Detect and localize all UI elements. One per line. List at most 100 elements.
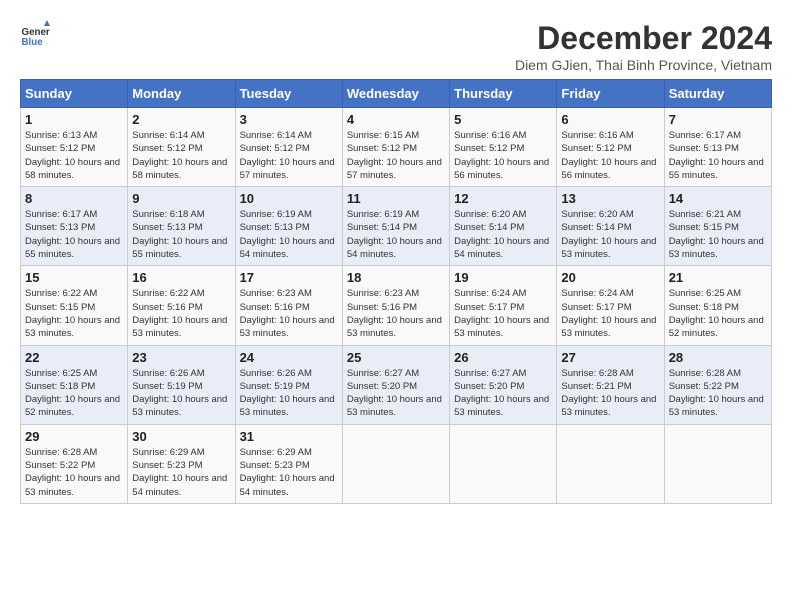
day-cell: 11 Sunrise: 6:19 AM Sunset: 5:14 PM Dayl… (342, 187, 449, 266)
svg-text:Blue: Blue (22, 37, 44, 48)
day-info: Sunrise: 6:17 AM Sunset: 5:13 PM Dayligh… (669, 129, 767, 182)
header-cell-wednesday: Wednesday (342, 80, 449, 108)
day-number: 16 (132, 270, 230, 285)
day-number: 20 (561, 270, 659, 285)
calendar-subtitle: Diem GJien, Thai Binh Province, Vietnam (515, 57, 772, 73)
logo: General Blue (20, 20, 50, 50)
day-cell: 22 Sunrise: 6:25 AM Sunset: 5:18 PM Dayl… (21, 345, 128, 424)
day-number: 13 (561, 191, 659, 206)
header-cell-thursday: Thursday (450, 80, 557, 108)
day-info: Sunrise: 6:16 AM Sunset: 5:12 PM Dayligh… (454, 129, 552, 182)
day-cell: 27 Sunrise: 6:28 AM Sunset: 5:21 PM Dayl… (557, 345, 664, 424)
header-cell-sunday: Sunday (21, 80, 128, 108)
day-number: 9 (132, 191, 230, 206)
day-number: 8 (25, 191, 123, 206)
day-info: Sunrise: 6:19 AM Sunset: 5:13 PM Dayligh… (240, 208, 338, 261)
page-header: General Blue December 2024 Diem GJien, T… (20, 20, 772, 73)
day-number: 11 (347, 191, 445, 206)
day-cell: 1 Sunrise: 6:13 AM Sunset: 5:12 PM Dayli… (21, 108, 128, 187)
day-info: Sunrise: 6:23 AM Sunset: 5:16 PM Dayligh… (240, 287, 338, 340)
week-row-3: 15 Sunrise: 6:22 AM Sunset: 5:15 PM Dayl… (21, 266, 772, 345)
day-cell: 23 Sunrise: 6:26 AM Sunset: 5:19 PM Dayl… (128, 345, 235, 424)
day-info: Sunrise: 6:29 AM Sunset: 5:23 PM Dayligh… (240, 446, 338, 499)
day-cell: 7 Sunrise: 6:17 AM Sunset: 5:13 PM Dayli… (664, 108, 771, 187)
day-cell: 18 Sunrise: 6:23 AM Sunset: 5:16 PM Dayl… (342, 266, 449, 345)
calendar-title: December 2024 (515, 20, 772, 57)
day-cell: 6 Sunrise: 6:16 AM Sunset: 5:12 PM Dayli… (557, 108, 664, 187)
day-cell: 29 Sunrise: 6:28 AM Sunset: 5:22 PM Dayl… (21, 424, 128, 503)
day-number: 7 (669, 112, 767, 127)
day-info: Sunrise: 6:14 AM Sunset: 5:12 PM Dayligh… (240, 129, 338, 182)
day-cell: 31 Sunrise: 6:29 AM Sunset: 5:23 PM Dayl… (235, 424, 342, 503)
day-number: 14 (669, 191, 767, 206)
day-info: Sunrise: 6:24 AM Sunset: 5:17 PM Dayligh… (561, 287, 659, 340)
day-number: 12 (454, 191, 552, 206)
day-cell: 9 Sunrise: 6:18 AM Sunset: 5:13 PM Dayli… (128, 187, 235, 266)
day-number: 30 (132, 429, 230, 444)
day-cell (557, 424, 664, 503)
day-number: 15 (25, 270, 123, 285)
day-number: 29 (25, 429, 123, 444)
day-cell: 30 Sunrise: 6:29 AM Sunset: 5:23 PM Dayl… (128, 424, 235, 503)
title-section: December 2024 Diem GJien, Thai Binh Prov… (515, 20, 772, 73)
day-info: Sunrise: 6:26 AM Sunset: 5:19 PM Dayligh… (240, 367, 338, 420)
day-info: Sunrise: 6:19 AM Sunset: 5:14 PM Dayligh… (347, 208, 445, 261)
header-cell-tuesday: Tuesday (235, 80, 342, 108)
day-cell: 4 Sunrise: 6:15 AM Sunset: 5:12 PM Dayli… (342, 108, 449, 187)
day-cell: 10 Sunrise: 6:19 AM Sunset: 5:13 PM Dayl… (235, 187, 342, 266)
week-row-5: 29 Sunrise: 6:28 AM Sunset: 5:22 PM Dayl… (21, 424, 772, 503)
day-cell: 25 Sunrise: 6:27 AM Sunset: 5:20 PM Dayl… (342, 345, 449, 424)
day-cell: 5 Sunrise: 6:16 AM Sunset: 5:12 PM Dayli… (450, 108, 557, 187)
logo-icon: General Blue (20, 20, 50, 50)
day-info: Sunrise: 6:27 AM Sunset: 5:20 PM Dayligh… (454, 367, 552, 420)
day-number: 23 (132, 350, 230, 365)
day-cell: 13 Sunrise: 6:20 AM Sunset: 5:14 PM Dayl… (557, 187, 664, 266)
day-info: Sunrise: 6:26 AM Sunset: 5:19 PM Dayligh… (132, 367, 230, 420)
day-info: Sunrise: 6:17 AM Sunset: 5:13 PM Dayligh… (25, 208, 123, 261)
week-row-2: 8 Sunrise: 6:17 AM Sunset: 5:13 PM Dayli… (21, 187, 772, 266)
header-cell-friday: Friday (557, 80, 664, 108)
day-info: Sunrise: 6:29 AM Sunset: 5:23 PM Dayligh… (132, 446, 230, 499)
day-cell: 21 Sunrise: 6:25 AM Sunset: 5:18 PM Dayl… (664, 266, 771, 345)
day-number: 28 (669, 350, 767, 365)
day-info: Sunrise: 6:28 AM Sunset: 5:22 PM Dayligh… (669, 367, 767, 420)
day-cell: 3 Sunrise: 6:14 AM Sunset: 5:12 PM Dayli… (235, 108, 342, 187)
day-info: Sunrise: 6:21 AM Sunset: 5:15 PM Dayligh… (669, 208, 767, 261)
day-cell: 14 Sunrise: 6:21 AM Sunset: 5:15 PM Dayl… (664, 187, 771, 266)
calendar-table: SundayMondayTuesdayWednesdayThursdayFrid… (20, 79, 772, 504)
day-number: 22 (25, 350, 123, 365)
day-number: 1 (25, 112, 123, 127)
day-info: Sunrise: 6:25 AM Sunset: 5:18 PM Dayligh… (25, 367, 123, 420)
day-number: 5 (454, 112, 552, 127)
day-cell: 2 Sunrise: 6:14 AM Sunset: 5:12 PM Dayli… (128, 108, 235, 187)
day-number: 10 (240, 191, 338, 206)
day-cell: 20 Sunrise: 6:24 AM Sunset: 5:17 PM Dayl… (557, 266, 664, 345)
day-cell: 26 Sunrise: 6:27 AM Sunset: 5:20 PM Dayl… (450, 345, 557, 424)
day-info: Sunrise: 6:18 AM Sunset: 5:13 PM Dayligh… (132, 208, 230, 261)
day-cell (342, 424, 449, 503)
day-number: 31 (240, 429, 338, 444)
day-info: Sunrise: 6:22 AM Sunset: 5:16 PM Dayligh… (132, 287, 230, 340)
day-cell: 19 Sunrise: 6:24 AM Sunset: 5:17 PM Dayl… (450, 266, 557, 345)
day-number: 18 (347, 270, 445, 285)
day-info: Sunrise: 6:27 AM Sunset: 5:20 PM Dayligh… (347, 367, 445, 420)
day-info: Sunrise: 6:20 AM Sunset: 5:14 PM Dayligh… (561, 208, 659, 261)
day-info: Sunrise: 6:23 AM Sunset: 5:16 PM Dayligh… (347, 287, 445, 340)
day-info: Sunrise: 6:15 AM Sunset: 5:12 PM Dayligh… (347, 129, 445, 182)
day-info: Sunrise: 6:25 AM Sunset: 5:18 PM Dayligh… (669, 287, 767, 340)
day-number: 21 (669, 270, 767, 285)
day-number: 25 (347, 350, 445, 365)
day-number: 27 (561, 350, 659, 365)
day-info: Sunrise: 6:24 AM Sunset: 5:17 PM Dayligh… (454, 287, 552, 340)
day-cell (664, 424, 771, 503)
day-cell: 8 Sunrise: 6:17 AM Sunset: 5:13 PM Dayli… (21, 187, 128, 266)
day-info: Sunrise: 6:28 AM Sunset: 5:22 PM Dayligh… (25, 446, 123, 499)
day-number: 4 (347, 112, 445, 127)
day-cell (450, 424, 557, 503)
day-info: Sunrise: 6:13 AM Sunset: 5:12 PM Dayligh… (25, 129, 123, 182)
day-number: 3 (240, 112, 338, 127)
day-number: 24 (240, 350, 338, 365)
day-number: 26 (454, 350, 552, 365)
day-number: 2 (132, 112, 230, 127)
week-row-4: 22 Sunrise: 6:25 AM Sunset: 5:18 PM Dayl… (21, 345, 772, 424)
